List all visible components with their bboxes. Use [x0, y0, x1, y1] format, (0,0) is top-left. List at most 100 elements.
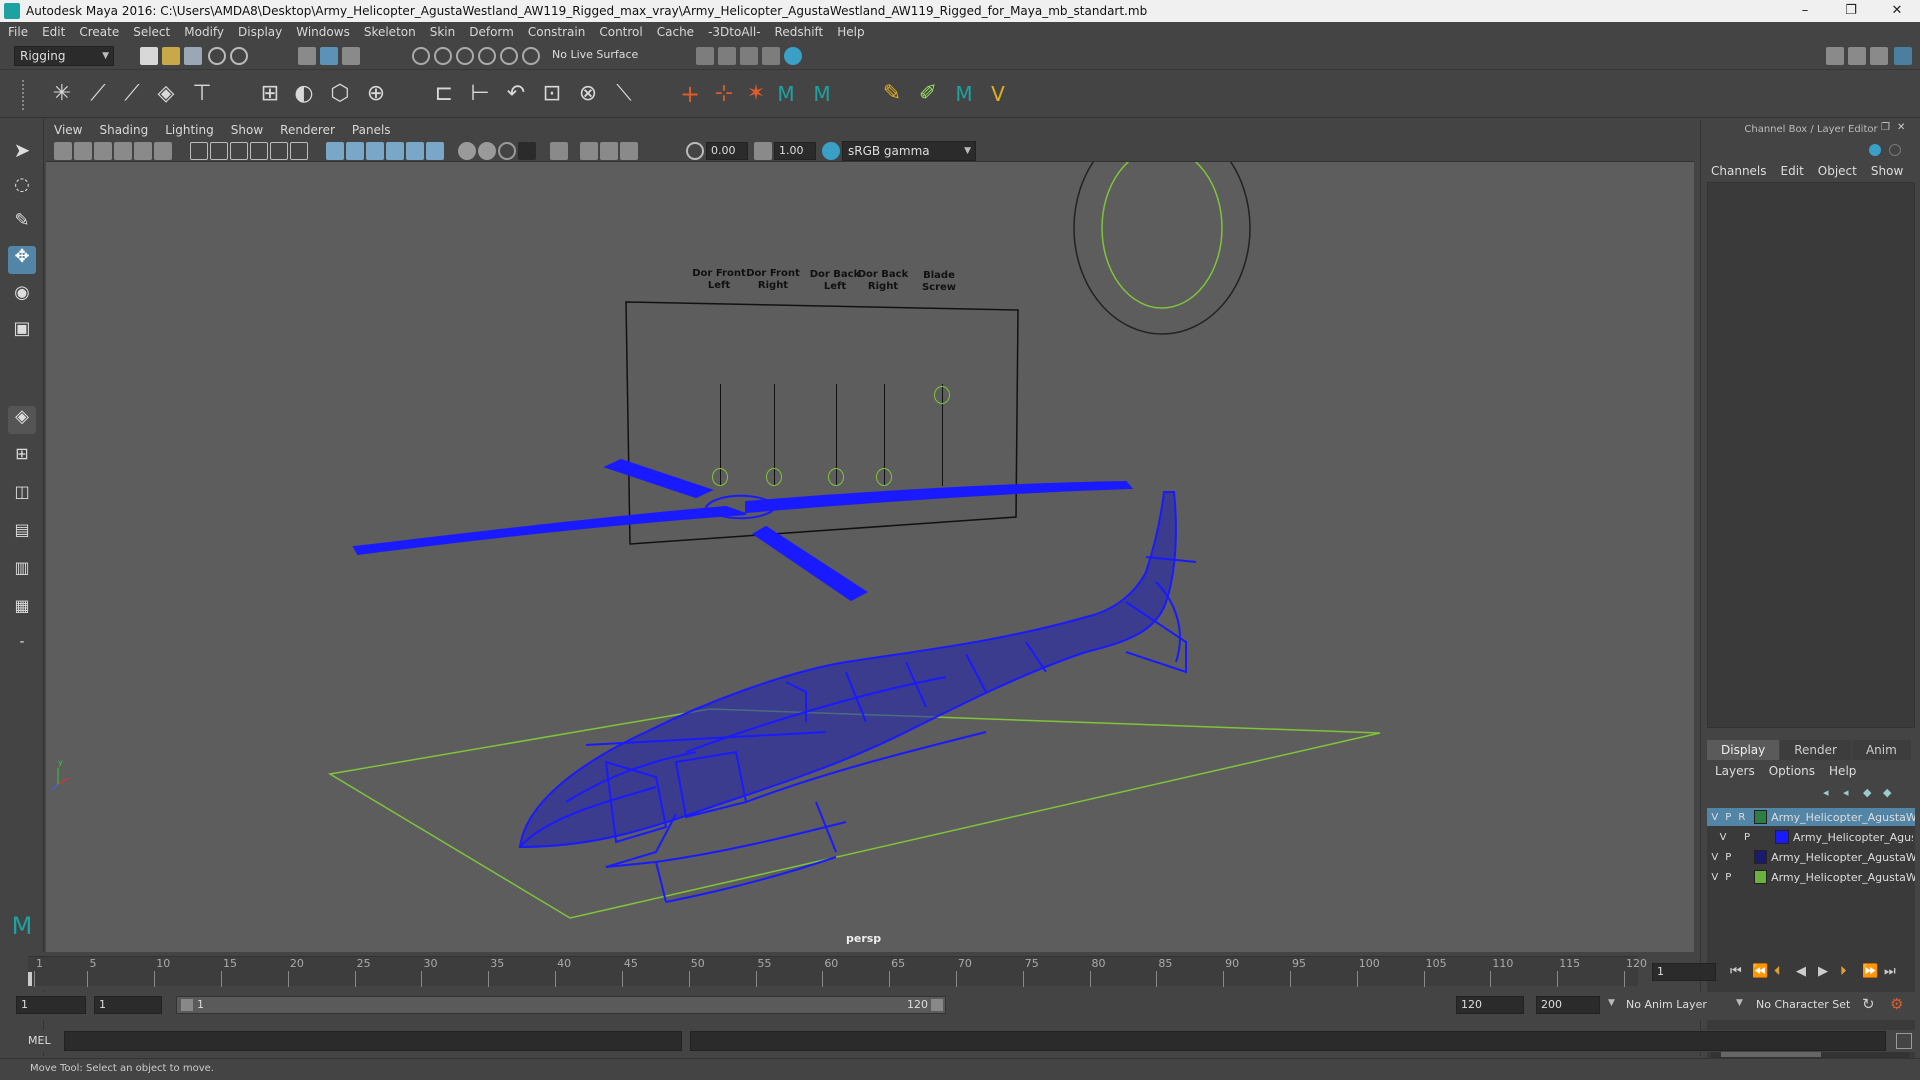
channel-menu-show[interactable]: Show: [1871, 164, 1903, 178]
mash-icon[interactable]: M: [772, 81, 800, 109]
bookmark-icon[interactable]: [94, 142, 112, 160]
render-view-icon[interactable]: [784, 47, 802, 65]
quick-rig-icon[interactable]: ⊤: [188, 81, 216, 109]
panel-menu-shading[interactable]: Shading: [99, 123, 148, 137]
move-layer-up-icon[interactable]: ◂: [1823, 786, 1837, 800]
lasso-tool-icon[interactable]: ◌: [8, 174, 36, 202]
script-tool-icon[interactable]: ✎: [878, 81, 906, 109]
tab-render[interactable]: Render: [1780, 740, 1851, 760]
paint-tool-icon[interactable]: ✐: [914, 81, 942, 109]
maya-home-icon[interactable]: M: [8, 912, 36, 940]
menu-display[interactable]: Display: [238, 25, 282, 39]
select-hierarchy-icon[interactable]: [298, 47, 316, 65]
go-to-end-icon[interactable]: ⏭: [1884, 964, 1896, 979]
mirror-joint-icon[interactable]: ⟋: [118, 81, 146, 109]
smooth-shade-icon[interactable]: [346, 142, 364, 160]
menu-3dtoall[interactable]: -3DtoAll-: [708, 25, 760, 39]
channel-list[interactable]: [1707, 182, 1915, 728]
scale-constraint-icon[interactable]: ⊡: [538, 81, 566, 109]
rotor-control-ring[interactable]: [1101, 162, 1223, 309]
menu-control[interactable]: Control: [599, 25, 642, 39]
wireframe-icon[interactable]: [326, 142, 344, 160]
tab-anim[interactable]: Anim: [1851, 740, 1911, 760]
menu-skeleton[interactable]: Skeleton: [364, 25, 416, 39]
menu-deform[interactable]: Deform: [469, 25, 514, 39]
layer-visible-toggle[interactable]: V: [1709, 852, 1721, 863]
menu-create[interactable]: Create: [79, 25, 119, 39]
color-management-icon[interactable]: [822, 142, 840, 160]
panel-menu-panels[interactable]: Panels: [352, 123, 391, 137]
tool-settings-icon[interactable]: [1870, 47, 1888, 65]
scale-tool-icon[interactable]: ▣: [8, 318, 36, 346]
textured-icon[interactable]: [386, 142, 404, 160]
redo-icon[interactable]: [230, 47, 248, 65]
animation-preferences-icon[interactable]: ⚙: [1890, 995, 1903, 1013]
camera-select-icon[interactable]: [54, 142, 72, 160]
layers-menu-options[interactable]: Options: [1769, 764, 1815, 778]
channel-box-pin-icon[interactable]: [1869, 144, 1881, 156]
image-plane-icon[interactable]: [114, 142, 132, 160]
layer-color-swatch[interactable]: [1753, 810, 1768, 824]
minimize-button[interactable]: –: [1782, 0, 1828, 22]
channel-menu-object[interactable]: Object: [1818, 164, 1857, 178]
shadows-icon[interactable]: [426, 142, 444, 160]
play-forwards-icon[interactable]: ▶: [1818, 964, 1828, 979]
door-slider-handle[interactable]: [766, 467, 782, 486]
auto-key-icon[interactable]: ↻: [1862, 995, 1875, 1013]
time-slider-track[interactable]: 1 5 10 15 20 25 30 35 40 45 50 55 60 65 70 75 80 85 90 95 10…: [28, 956, 1647, 987]
hik-skeleton-icon[interactable]: ✶: [742, 81, 770, 109]
grid-icon[interactable]: [190, 142, 208, 160]
close-button[interactable]: ✕: [1874, 0, 1920, 22]
save-scene-icon[interactable]: [184, 47, 202, 65]
color-space-dropdown[interactable]: sRGB gamma ▼: [842, 141, 976, 161]
film-gate-icon[interactable]: [210, 142, 228, 160]
snap-curve-icon[interactable]: [434, 47, 452, 65]
field-chart-icon[interactable]: [270, 142, 288, 160]
lights-icon[interactable]: [406, 142, 424, 160]
layer-visible-toggle[interactable]: V: [1717, 832, 1729, 843]
channel-menu-channels[interactable]: Channels: [1711, 164, 1767, 178]
xray-icon[interactable]: [580, 142, 598, 160]
menu-cache[interactable]: Cache: [657, 25, 694, 39]
layer-playback-toggle[interactable]: P: [1723, 872, 1735, 883]
menu-file[interactable]: File: [8, 25, 28, 39]
anim-layer-dropdown[interactable]: No Anim Layer: [1626, 998, 1707, 1011]
hypershade-icon[interactable]: [762, 47, 780, 65]
play-backwards-icon[interactable]: ◀: [1796, 964, 1806, 979]
ambient-occlusion-icon[interactable]: [458, 142, 476, 160]
anti-aliasing-icon[interactable]: [498, 142, 516, 160]
move-layer-down-icon[interactable]: ◂: [1843, 786, 1857, 800]
door-slider-handle[interactable]: [828, 467, 844, 486]
range-slider[interactable]: 1 120: [176, 996, 946, 1014]
isolate-select-icon[interactable]: [550, 142, 568, 160]
layer-visible-toggle[interactable]: V: [1709, 872, 1721, 883]
insert-joint-icon[interactable]: ⟋: [84, 81, 112, 109]
resolution-gate-icon[interactable]: [230, 142, 248, 160]
channel-box-settings-icon[interactable]: [1889, 144, 1901, 156]
pole-vector-icon[interactable]: ⟍: [610, 81, 638, 109]
hypershade-layout-icon[interactable]: ▦: [8, 596, 36, 624]
panel-menu-renderer[interactable]: Renderer: [280, 123, 335, 137]
current-frame-field[interactable]: 1: [1652, 963, 1716, 981]
render-frame-icon[interactable]: [696, 47, 714, 65]
safe-action-icon[interactable]: [290, 142, 308, 160]
panel-menu-show[interactable]: Show: [231, 123, 263, 137]
chevron-down-icon[interactable]: ▼: [1736, 998, 1743, 1008]
modeling-toolkit-icon[interactable]: [1826, 47, 1844, 65]
live-surface-field[interactable]: No Live Surface: [552, 48, 638, 61]
maya-tool-icon[interactable]: M: [950, 81, 978, 109]
menu-modify[interactable]: Modify: [184, 25, 224, 39]
new-layer-selected-icon[interactable]: ◆: [1883, 786, 1897, 800]
range-end-handle[interactable]: [931, 999, 943, 1011]
open-scene-icon[interactable]: [162, 47, 180, 65]
undo-icon[interactable]: [208, 47, 226, 65]
xray-joints-icon[interactable]: [600, 142, 618, 160]
layer-color-swatch[interactable]: [1753, 850, 1768, 864]
layer-visible-toggle[interactable]: V: [1709, 812, 1721, 823]
motion-blur-icon[interactable]: [478, 142, 496, 160]
snap-magnet-icon[interactable]: [522, 47, 540, 65]
restore-button[interactable]: ❐: [1828, 0, 1874, 22]
paint-select-tool-icon[interactable]: ✎: [8, 210, 36, 238]
cluster-icon[interactable]: ⊕: [362, 81, 390, 109]
depth-of-field-icon[interactable]: [518, 142, 536, 160]
